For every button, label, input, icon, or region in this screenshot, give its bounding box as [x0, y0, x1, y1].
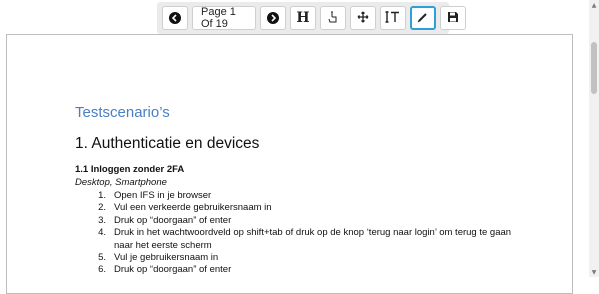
save-icon	[447, 11, 459, 26]
step-text: Druk op “doorgaan” of enter	[114, 264, 232, 276]
list-item: 3. Druk op “doorgaan” of enter	[75, 215, 515, 227]
heading-tool-icon: H	[296, 10, 310, 26]
prev-page-icon	[169, 12, 181, 24]
heading-tool-button[interactable]: H	[290, 6, 316, 30]
prev-page-button[interactable]	[162, 6, 188, 30]
pointer-hand-icon	[327, 10, 339, 27]
list-item: 6. Druk op “doorgaan” of enter	[75, 264, 515, 276]
step-number: 3.	[98, 214, 106, 226]
list-item: 2. Vul een verkeerde gebruikersnaam in	[75, 202, 515, 214]
step-number: 5.	[98, 252, 106, 264]
page-indicator: Page 1 Of 19	[192, 6, 256, 30]
text-tool-button[interactable]	[380, 6, 406, 30]
save-button[interactable]	[440, 6, 466, 30]
scroll-down-icon[interactable]: ▼	[589, 267, 599, 277]
step-number: 2.	[98, 202, 106, 214]
list-item: 1. Open IFS in je browser	[75, 190, 515, 202]
step-number: 6.	[98, 264, 106, 276]
next-page-button[interactable]	[260, 6, 286, 30]
step-text: Open IFS in je browser	[114, 190, 212, 201]
vertical-scrollbar[interactable]: ▲ ▼	[589, 0, 599, 277]
step-text: Druk op “doorgaan” of enter	[114, 214, 232, 226]
steps-list: 1. Open IFS in je browser 2. Vul een verke…	[75, 190, 515, 277]
scrollbar-thumb[interactable]	[591, 42, 597, 94]
scroll-up-icon[interactable]: ▲	[589, 0, 599, 10]
move-tool-button[interactable]	[350, 6, 376, 30]
pen-icon	[417, 11, 429, 26]
step-number: 1.	[98, 190, 106, 201]
pointer-tool-button[interactable]	[320, 6, 346, 30]
list-item: 4. Druk in het wachtwoordveld op shift+ta…	[75, 227, 515, 252]
step-text: Vul je gebruikersnaam in	[114, 252, 219, 264]
subsection-subtitle: Desktop, Smartphone	[75, 177, 167, 188]
move-icon	[357, 11, 369, 26]
pen-tool-button[interactable]	[410, 6, 436, 30]
section-heading: 1. Authenticatie en devices	[75, 135, 260, 152]
subsection-heading: 1.1 Inloggen zonder 2FA	[75, 164, 185, 175]
viewer-toolbar: Page 1 Of 19 H	[157, 2, 466, 34]
step-text: Druk in het wachtwoordveld op shift+tab …	[114, 227, 512, 251]
step-number: 4.	[98, 227, 106, 239]
document-title: Testscenario’s	[75, 104, 170, 121]
document-page: Testscenario’s 1. Authenticatie en devic…	[6, 34, 573, 294]
next-page-icon	[267, 12, 279, 24]
list-item: 5. Vul je gebruikersnaam in	[75, 252, 515, 264]
step-text: Vul een verkeerde gebruikersnaam in	[114, 202, 272, 214]
text-tool-icon	[385, 10, 401, 26]
